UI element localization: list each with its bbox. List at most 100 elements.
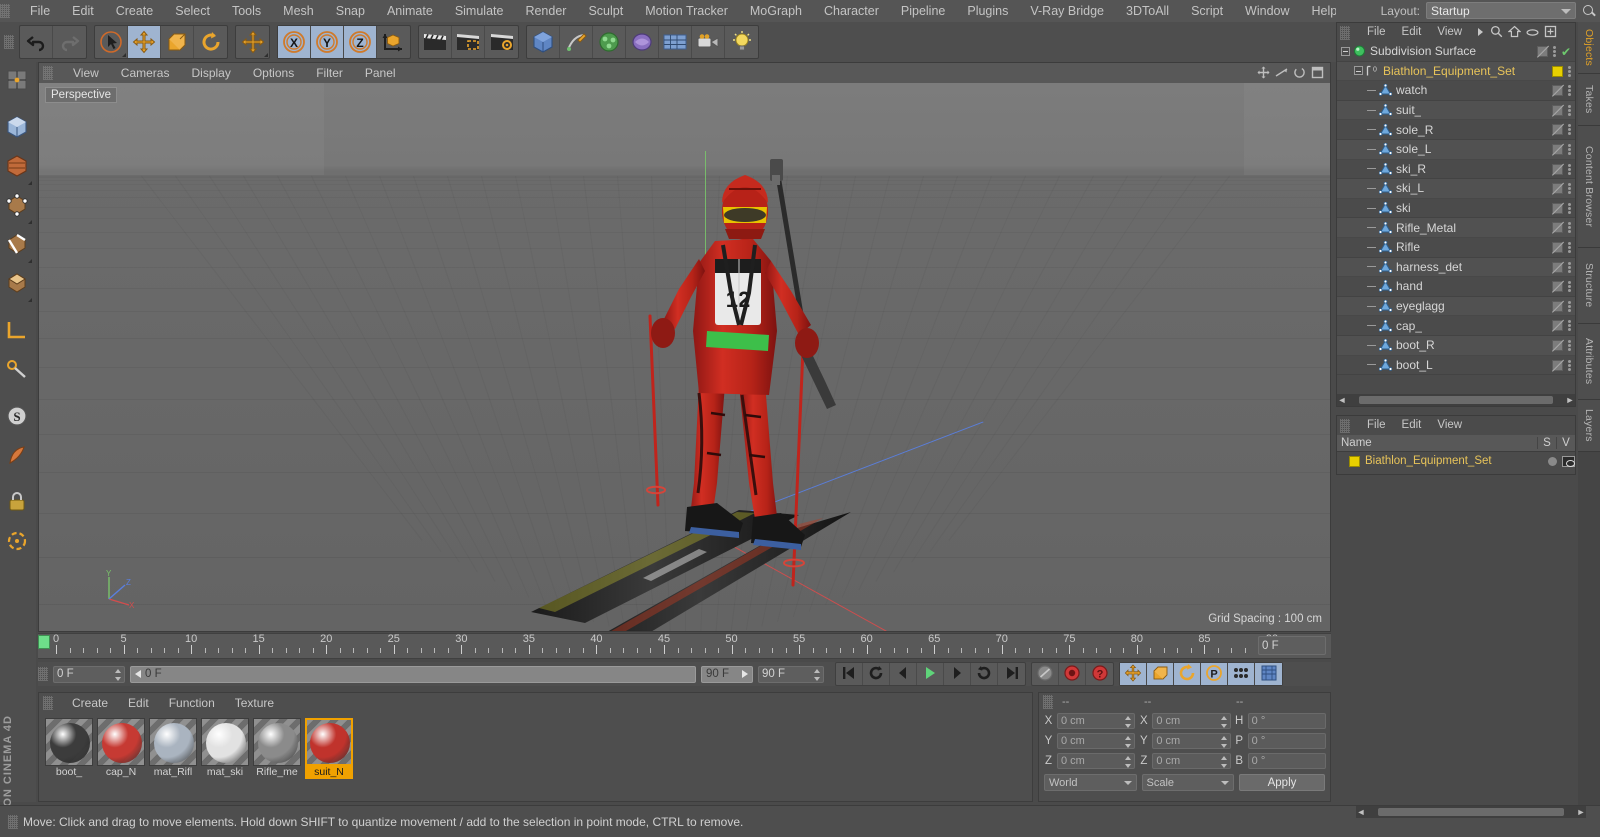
position-field[interactable]: 0 cm — [1057, 733, 1136, 749]
range-end-field[interactable]: 90 F — [701, 665, 753, 683]
menu-select[interactable]: Select — [164, 0, 221, 22]
status-gripper[interactable] — [8, 814, 18, 829]
material-item[interactable]: mat_Rifl — [149, 718, 197, 779]
scroll-right-arrow[interactable]: ► — [1576, 806, 1586, 818]
visibility-dots[interactable] — [1568, 339, 1571, 351]
material-tag-icon[interactable] — [1552, 281, 1563, 293]
visibility-dots[interactable] — [1568, 300, 1571, 312]
render-settings-button[interactable] — [485, 26, 518, 58]
viewport-menu-display[interactable]: Display — [180, 63, 241, 83]
object-menu-file[interactable]: File — [1359, 23, 1394, 42]
object-tree-row[interactable]: ski_R — [1337, 160, 1575, 180]
object-tree-row[interactable]: boot_L — [1337, 356, 1575, 376]
material-tag-icon[interactable] — [1552, 300, 1563, 312]
keyframe-selection-button[interactable]: ? — [1086, 663, 1113, 685]
menu-create[interactable]: Create — [105, 0, 165, 22]
stepper-icon[interactable] — [1220, 716, 1228, 728]
stepper-icon[interactable] — [1220, 756, 1228, 768]
size-field[interactable]: 0 cm — [1152, 733, 1231, 749]
material-tag-icon[interactable] — [1552, 202, 1563, 214]
layer-color-tag[interactable] — [1552, 65, 1563, 77]
viewport-gripper[interactable] — [43, 66, 53, 80]
render-view-button[interactable] — [419, 26, 452, 58]
render-region-button[interactable] — [452, 26, 485, 58]
animation-toolbar-gripper[interactable] — [38, 667, 48, 681]
go-to-end-button[interactable] — [998, 663, 1025, 685]
live-selection-button[interactable] — [95, 26, 128, 58]
layer-solo-dot[interactable] — [1548, 456, 1557, 466]
menu-plugins[interactable]: Plugins — [956, 0, 1019, 22]
light-button[interactable] — [725, 26, 758, 58]
layer-menu-view[interactable]: View — [1429, 416, 1470, 435]
scroll-right-arrow[interactable]: ► — [1565, 394, 1575, 406]
search-icon[interactable] — [1490, 25, 1503, 41]
layer-row[interactable]: Biathlon_Equipment_Set — [1337, 452, 1575, 470]
search-icon[interactable] — [1582, 4, 1596, 18]
record-active-objects-button[interactable] — [1059, 663, 1086, 685]
visibility-dots[interactable] — [1568, 85, 1571, 97]
dock-tab-objects[interactable]: Objects — [1578, 22, 1600, 74]
stepper-icon[interactable] — [1125, 716, 1132, 728]
visibility-dots[interactable] — [1568, 183, 1571, 195]
visibility-dots[interactable] — [1568, 320, 1571, 332]
tree-collapse-toggle[interactable] — [1341, 46, 1350, 56]
preview-end-field[interactable]: 90 F — [758, 665, 824, 683]
menu-character[interactable]: Character — [813, 0, 890, 22]
point-mode-button[interactable] — [0, 187, 34, 226]
menu-render[interactable]: Render — [514, 0, 577, 22]
scale-key-button[interactable] — [1147, 663, 1174, 685]
material-gripper[interactable] — [43, 696, 53, 710]
coordinates-gripper[interactable] — [1043, 695, 1053, 709]
object-tree-row[interactable]: sole_L — [1337, 139, 1575, 160]
z-axis-lock-button[interactable]: Z — [344, 26, 377, 58]
stepper-icon[interactable] — [115, 668, 122, 681]
point-level-animation-button[interactable] — [1228, 663, 1255, 685]
texture-mode-button[interactable] — [0, 148, 34, 187]
material-thumbnail[interactable] — [45, 718, 93, 766]
step-forward-button[interactable] — [944, 663, 971, 685]
menu-mesh[interactable]: Mesh — [272, 0, 325, 22]
visibility-dots[interactable] — [1568, 163, 1571, 175]
ellipse-icon[interactable] — [1526, 26, 1539, 40]
rotation-field[interactable]: 0 ° — [1247, 713, 1326, 729]
object-manager-gripper[interactable] — [1340, 25, 1350, 40]
object-tree-row[interactable]: Rifle — [1337, 238, 1575, 258]
visibility-dots[interactable] — [1568, 359, 1571, 371]
menu-edit[interactable]: Edit — [61, 0, 105, 22]
stepper-icon[interactable] — [1125, 756, 1132, 768]
menu-sculpt[interactable]: Sculpt — [577, 0, 634, 22]
menu-motion-tracker[interactable]: Motion Tracker — [634, 0, 739, 22]
deformer-button[interactable] — [626, 26, 659, 58]
material-thumbnail[interactable] — [305, 718, 353, 766]
material-tag-icon[interactable] — [1552, 183, 1563, 195]
viewport-menu-panel[interactable]: Panel — [354, 63, 407, 83]
viewport-menu-filter[interactable]: Filter — [305, 63, 354, 83]
material-thumbnail[interactable] — [149, 718, 197, 766]
redo-button[interactable] — [53, 26, 86, 58]
material-tag-icon[interactable] — [1552, 359, 1563, 371]
object-tree-row[interactable]: sole_R — [1337, 120, 1575, 140]
object-tree-row[interactable]: suit_ — [1337, 100, 1575, 121]
object-tree-row[interactable]: ski_L — [1337, 179, 1575, 199]
scroll-thumb[interactable] — [1378, 808, 1564, 816]
enable-axis-button[interactable] — [0, 351, 34, 390]
object-tree-row[interactable]: boot_R — [1337, 335, 1575, 356]
material-tag-icon[interactable] — [1552, 124, 1563, 136]
play-reverse-loop-button[interactable] — [863, 663, 890, 685]
x-axis-lock-button[interactable]: X — [278, 26, 311, 58]
material-item[interactable]: mat_ski — [201, 718, 249, 779]
timeline-playhead[interactable] — [38, 635, 50, 649]
cube-primitive-button[interactable] — [527, 26, 560, 58]
spline-pen-button[interactable] — [560, 26, 593, 58]
viewport-solo-button[interactable] — [0, 437, 34, 476]
material-tag-icon[interactable] — [1536, 46, 1548, 57]
visibility-dots[interactable] — [1568, 104, 1571, 116]
menu-mograph[interactable]: MoGraph — [739, 0, 813, 22]
menu-script[interactable]: Script — [1180, 0, 1234, 22]
scroll-left-arrow[interactable]: ◄ — [1356, 806, 1366, 818]
stepper-icon[interactable] — [1220, 736, 1228, 748]
menu-pipeline[interactable]: Pipeline — [890, 0, 956, 22]
timeline-ruler[interactable]: 051015202530354045505560657075808590 — [38, 633, 1331, 659]
edge-mode-button[interactable] — [0, 226, 34, 265]
object-tree-row[interactable]: harness_det — [1337, 257, 1575, 278]
